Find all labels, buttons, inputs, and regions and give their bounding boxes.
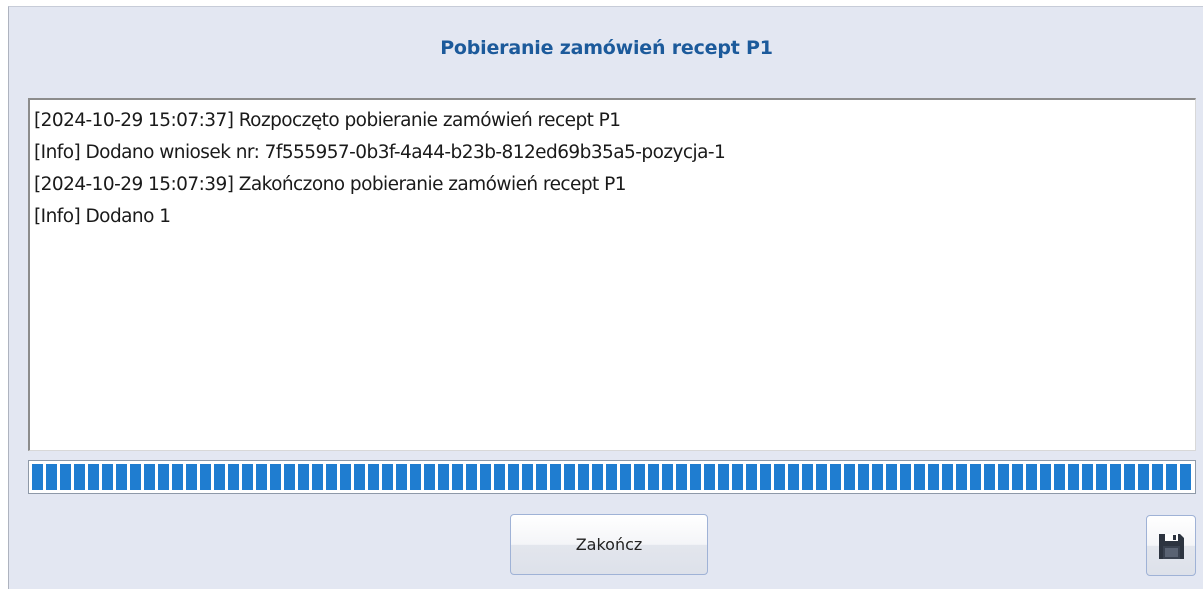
log-line: [Info] Dodano wniosek nr: 7f555957-0b3f-…	[34, 142, 726, 163]
log-textarea[interactable]: [2024-10-29 15:07:37] Rozpoczęto pobiera…	[28, 98, 1196, 451]
log-line: [Info] Dodano 1	[34, 206, 171, 227]
progress-bar	[28, 460, 1196, 494]
floppy-disk-icon	[1159, 534, 1184, 559]
progress-track	[32, 464, 1192, 490]
save-button[interactable]	[1146, 515, 1196, 576]
dialog-title: Pobieranie zamówień recept P1	[440, 37, 773, 59]
progress-fill	[32, 464, 1192, 490]
log-line: [2024-10-29 15:07:39] Zakończono pobiera…	[34, 174, 626, 195]
log-line: [2024-10-29 15:07:37] Rozpoczęto pobiera…	[34, 110, 621, 131]
download-dialog: Pobieranie zamówień recept P1 [2024-10-2…	[8, 6, 1203, 589]
finish-button[interactable]: Zakończ	[510, 514, 708, 575]
